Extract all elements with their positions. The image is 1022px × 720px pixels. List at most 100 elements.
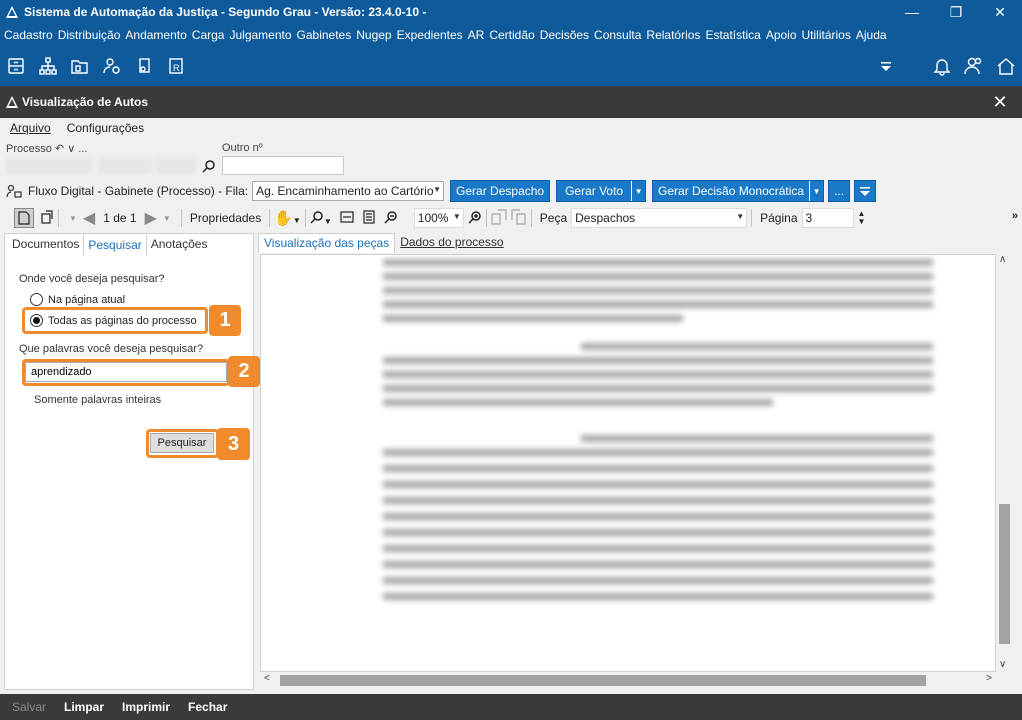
page-select-tool-icon[interactable]: [14, 208, 34, 228]
scroll-left-icon[interactable]: <: [264, 673, 270, 684]
radio-current-page[interactable]: [30, 293, 43, 306]
menu-cadastro[interactable]: Cadastro: [4, 28, 58, 42]
process-number-part3[interactable]: [156, 157, 196, 174]
process-number-part2[interactable]: [98, 157, 152, 174]
menu-gabinetes[interactable]: Gabinetes: [297, 28, 357, 42]
imprimir-button[interactable]: Imprimir: [122, 700, 170, 714]
outro-numero-input[interactable]: [222, 156, 344, 175]
blurred-text-line: [383, 449, 933, 456]
pagina-label: Página: [760, 211, 798, 225]
limpar-button[interactable]: Limpar: [64, 700, 104, 714]
radio-all-pages[interactable]: [30, 314, 43, 327]
propriedades-button[interactable]: Propriedades: [190, 211, 261, 225]
pagina-stepper[interactable]: 3: [801, 208, 854, 228]
menu-decisoes[interactable]: Decisões: [540, 28, 594, 42]
close-subwindow-button[interactable]: ✕: [978, 90, 1022, 114]
fit-width-icon[interactable]: [340, 210, 354, 227]
horizontal-scrollbar[interactable]: < >: [260, 672, 996, 688]
process-nav-arrows[interactable]: ↶ ∨ ...: [55, 143, 88, 155]
menu-distribuicao[interactable]: Distribuição: [58, 28, 126, 42]
copy-doc-icon[interactable]: [128, 50, 160, 82]
chevron-down-icon: ▼: [452, 212, 461, 221]
whole-words-checkbox[interactable]: Somente palavras inteiras: [34, 394, 161, 406]
rotate-page-icon[interactable]: [40, 209, 54, 227]
tab-pesquisar[interactable]: Pesquisar: [83, 233, 147, 255]
scroll-up-icon[interactable]: ∧: [999, 254, 1006, 265]
search-input[interactable]: [25, 362, 227, 382]
home-icon[interactable]: [990, 50, 1022, 82]
vertical-scrollbar[interactable]: ∧ ∨: [996, 254, 1012, 672]
queue-select[interactable]: Ag. Encaminhamento ao Cartório ▼: [252, 181, 445, 201]
stepper-arrows-icon[interactable]: ▲ ▼: [858, 210, 866, 226]
last-page-icon[interactable]: ▼: [163, 214, 171, 223]
menu-apoio[interactable]: Apoio: [766, 28, 802, 42]
users-icon[interactable]: [958, 50, 990, 82]
menu-utilitarios[interactable]: Utilitários: [802, 28, 856, 42]
previous-page-icon[interactable]: ◀: [83, 208, 95, 228]
blurred-text-line: [383, 529, 933, 536]
scroll-right-icon[interactable]: >: [986, 673, 992, 684]
menu-arquivo[interactable]: Arquivo: [10, 121, 51, 135]
dropdown-filter-icon[interactable]: [870, 50, 902, 82]
more-actions-button[interactable]: ...: [828, 180, 851, 202]
close-window-button[interactable]: ✕: [978, 0, 1022, 24]
fit-page-icon[interactable]: [362, 209, 376, 227]
gerar-decisao-button[interactable]: Gerar Decisão Monocrática ▼: [652, 180, 825, 202]
bell-icon[interactable]: [926, 50, 958, 82]
hand-tool-icon[interactable]: ✋▼: [274, 209, 301, 227]
subwindow-titlebar: Visualização de Autos ✕: [0, 86, 1022, 118]
zoom-select[interactable]: 100% ▼: [413, 208, 464, 228]
toolbar-overflow-icon[interactable]: »: [1012, 210, 1018, 222]
menu-julgamento[interactable]: Julgamento: [229, 28, 296, 42]
next-page-icon[interactable]: ▶: [145, 208, 157, 228]
fechar-button[interactable]: Fechar: [188, 700, 227, 714]
gerar-voto-dropdown-icon[interactable]: ▼: [631, 181, 645, 201]
menu-andamento[interactable]: Andamento: [125, 28, 191, 42]
document-viewer[interactable]: [260, 254, 996, 672]
process-number-part1[interactable]: [6, 157, 92, 174]
export-page-icon[interactable]: [491, 208, 507, 228]
subwindow-menu: Arquivo Configurações: [0, 118, 1022, 138]
minimize-button[interactable]: —: [890, 0, 934, 24]
menu-consulta[interactable]: Consulta: [594, 28, 646, 42]
horizontal-scroll-thumb[interactable]: [280, 675, 926, 686]
cabinet-icon[interactable]: [0, 50, 32, 82]
tab-visualizacao[interactable]: Visualização das peças: [258, 233, 396, 253]
filter-button[interactable]: [854, 180, 877, 202]
app-titlebar: Sistema de Automação da Justiça - Segund…: [0, 0, 1022, 24]
menu-expedientes[interactable]: Expedientes: [397, 28, 468, 42]
folders-icon[interactable]: [64, 50, 96, 82]
import-page-icon[interactable]: [511, 208, 527, 228]
menu-carga[interactable]: Carga: [192, 28, 230, 42]
salvar-button[interactable]: Salvar: [12, 700, 46, 714]
menu-ar[interactable]: AR: [468, 28, 490, 42]
tab-documentos[interactable]: Documentos: [4, 233, 83, 255]
blurred-text-line: [383, 357, 933, 364]
menu-relatorios[interactable]: Relatórios: [646, 28, 705, 42]
vertical-scroll-thumb[interactable]: [999, 504, 1010, 644]
menu-estatistica[interactable]: Estatística: [705, 28, 765, 42]
gerar-decisao-dropdown-icon[interactable]: ▼: [809, 181, 823, 201]
search-process-icon[interactable]: [202, 159, 216, 173]
gerar-decisao-label: Gerar Decisão Monocrática: [658, 184, 805, 198]
menu-nugep[interactable]: Nugep: [356, 28, 396, 42]
gerar-despacho-button[interactable]: Gerar Despacho: [450, 180, 551, 202]
scroll-down-icon[interactable]: ∨: [999, 659, 1006, 670]
restore-button[interactable]: ❐: [934, 0, 978, 24]
menu-configuracoes[interactable]: Configurações: [67, 121, 144, 135]
zoom-tool-icon[interactable]: ▼: [310, 210, 332, 227]
user-settings-icon[interactable]: [96, 50, 128, 82]
menu-ajuda[interactable]: Ajuda: [856, 28, 892, 42]
first-page-icon[interactable]: ▼: [69, 214, 77, 223]
report-icon[interactable]: R: [160, 50, 192, 82]
menu-certidao[interactable]: Certidão: [489, 28, 539, 42]
gerar-voto-button[interactable]: Gerar Voto ▼: [556, 180, 647, 202]
zoom-out-icon[interactable]: [384, 210, 398, 227]
pesquisar-button[interactable]: Pesquisar: [150, 433, 214, 453]
zoom-in-icon[interactable]: [468, 210, 482, 227]
hierarchy-icon[interactable]: [32, 50, 64, 82]
tab-anotacoes[interactable]: Anotações: [147, 233, 212, 255]
blurred-text-line: [383, 497, 933, 504]
peca-select[interactable]: Despachos ▼: [571, 208, 748, 228]
tab-dados-processo[interactable]: Dados do processo: [395, 233, 508, 253]
